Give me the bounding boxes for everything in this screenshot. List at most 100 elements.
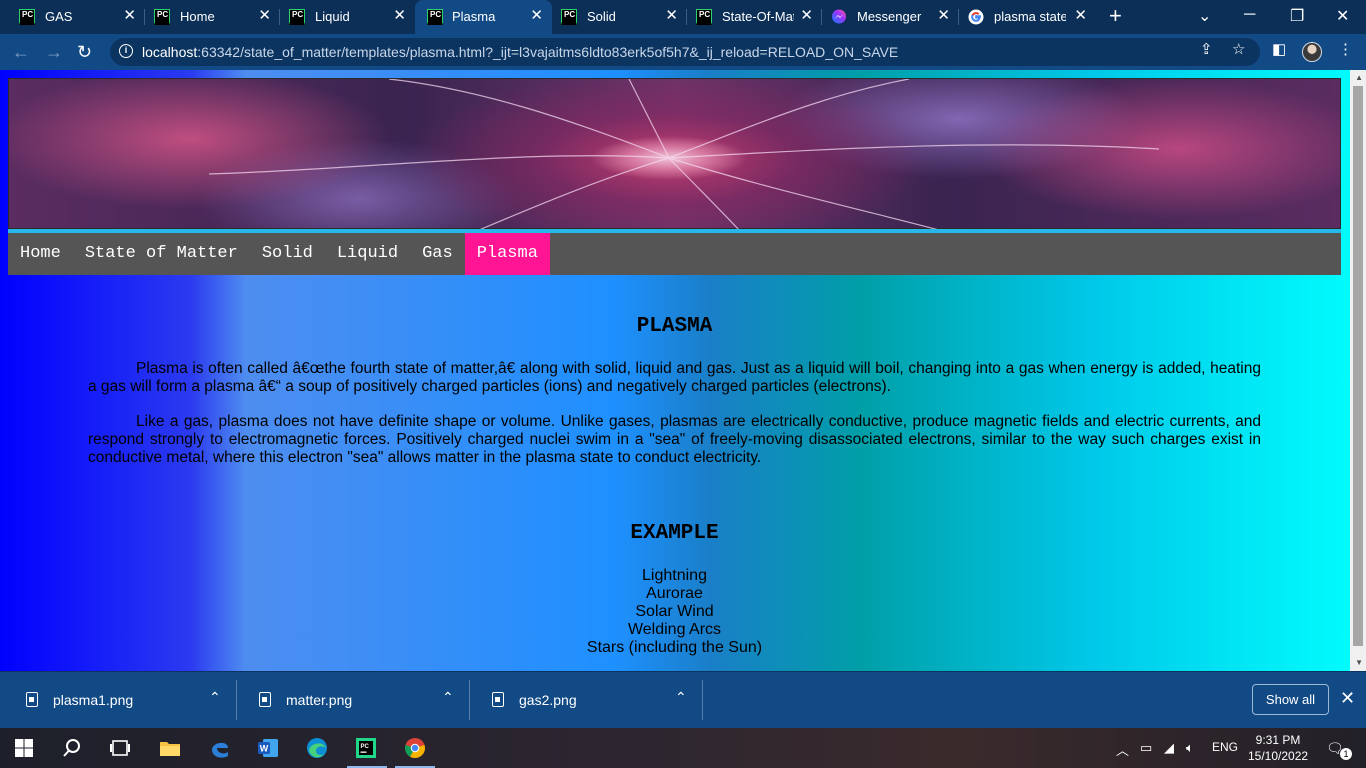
nav-state-of-matter[interactable]: State of Matter	[73, 233, 250, 275]
scroll-down-arrow[interactable]: ▼	[1355, 658, 1363, 667]
scrollbar-thumb[interactable]	[1353, 86, 1363, 646]
pycharm-icon: PC	[19, 9, 35, 25]
plasma-paragraph-2: Like a gas, plasma does not have definit…	[88, 413, 1261, 466]
tab-title: State-Of-Matt	[722, 9, 794, 24]
show-all-downloads-button[interactable]: Show all	[1252, 684, 1329, 715]
restore-button[interactable]: ❐	[1290, 6, 1304, 26]
tab-solid[interactable]: PC Solid ✕	[552, 0, 687, 34]
list-item: Lightning	[642, 567, 707, 584]
tab-gas[interactable]: PC GAS ✕	[10, 0, 145, 34]
show-hidden-icons-chevron-icon[interactable]: ︿	[1116, 740, 1129, 759]
chrome-icon[interactable]	[403, 736, 427, 760]
close-icon[interactable]: ✕	[665, 8, 678, 24]
url-text[interactable]: localhost:63342/state_of_matter/template…	[142, 44, 898, 60]
chevron-up-icon[interactable]: ⌃	[675, 689, 687, 706]
edge-icon[interactable]	[305, 736, 329, 760]
close-icon[interactable]: ✕	[800, 8, 813, 24]
google-icon	[968, 9, 984, 25]
side-panel-icon[interactable]: ◧	[1272, 40, 1286, 58]
taskbar-clock[interactable]: 9:31 PM 15/10/2022	[1248, 732, 1308, 764]
nav-gas[interactable]: Gas	[410, 233, 465, 275]
language-indicator[interactable]: ENG	[1212, 740, 1238, 754]
pycharm-taskbar-icon[interactable]: PC	[354, 736, 378, 760]
tab-title: Liquid	[315, 9, 350, 24]
close-icon[interactable]: ✕	[123, 8, 136, 24]
close-icon[interactable]: ✕	[937, 8, 950, 24]
share-icon[interactable]: ⇪	[1200, 40, 1213, 58]
svg-text:PC: PC	[361, 744, 370, 750]
minimize-button[interactable]: ─	[1244, 6, 1255, 24]
back-button[interactable]: ←	[12, 42, 30, 62]
search-icon[interactable]	[60, 736, 84, 760]
close-downloads-bar-icon[interactable]: ✕	[1340, 689, 1355, 707]
chevron-up-icon[interactable]: ⌃	[442, 689, 454, 706]
tab-title: Home	[180, 9, 215, 24]
volume-icon[interactable]: 🔈︎	[1186, 740, 1194, 756]
messenger-icon	[832, 9, 846, 24]
nav-plasma[interactable]: Plasma	[464, 233, 550, 275]
close-icon[interactable]: ✕	[258, 8, 271, 24]
tab-title: Messenger	[857, 9, 922, 24]
tab-title: Plasma	[452, 9, 496, 24]
vertical-scrollbar[interactable]: ▲ ▼	[1350, 70, 1366, 671]
battery-icon[interactable]: ▭	[1140, 740, 1152, 756]
close-icon[interactable]: ✕	[1074, 8, 1087, 24]
pycharm-icon: PC	[154, 9, 170, 25]
pycharm-icon: PC	[427, 9, 443, 25]
nav-liquid[interactable]: Liquid	[325, 233, 410, 275]
word-icon[interactable]: W	[256, 736, 280, 760]
download-filename: matter.png	[286, 692, 353, 708]
tab-state-of-matter[interactable]: PC State-Of-Matt ✕	[687, 0, 822, 34]
wifi-icon[interactable]: ◢	[1164, 740, 1174, 756]
download-filename: plasma1.png	[53, 692, 134, 708]
scroll-up-arrow[interactable]: ▲	[1355, 73, 1363, 82]
close-window-button[interactable]: ✕	[1336, 6, 1349, 26]
reload-button[interactable]: ↻	[77, 42, 92, 62]
browser-toolbar: ← → ↻ i localhost:63342/state_of_matter/…	[0, 34, 1366, 70]
forward-button[interactable]: →	[45, 42, 63, 62]
menu-kebab-icon[interactable]: ⋮	[1338, 40, 1353, 58]
windows-taskbar: W PC ︿ ▭ ◢ 🔈︎ ENG 9:31 PM 15/10/2022 🗨︎ …	[0, 728, 1366, 768]
example-heading: EXAMPLE	[630, 522, 719, 545]
windows-start-icon[interactable]	[12, 736, 36, 760]
info-icon[interactable]: i	[119, 44, 133, 58]
chevron-up-icon[interactable]: ⌃	[209, 689, 221, 706]
profile-avatar[interactable]	[1302, 42, 1322, 62]
image-file-icon	[26, 692, 38, 707]
svg-text:W: W	[260, 744, 269, 754]
tab-plasma[interactable]: PC Plasma ✕	[415, 0, 552, 34]
tab-title: Solid	[587, 9, 616, 24]
plasma-paragraph-1: Plasma is often called â€œthe fourth sta…	[88, 360, 1261, 395]
download-filename: gas2.png	[519, 692, 577, 708]
page-title: PLASMA	[636, 315, 713, 338]
tab-title: GAS	[45, 9, 73, 24]
close-icon[interactable]: ✕	[530, 8, 543, 24]
address-bar[interactable]: i localhost:63342/state_of_matter/templa…	[110, 38, 1260, 66]
nav-solid[interactable]: Solid	[250, 233, 325, 275]
download-item[interactable]: plasma1.png ⌃	[4, 672, 237, 729]
file-explorer-icon[interactable]	[158, 736, 182, 760]
tab-liquid[interactable]: PC Liquid ✕	[280, 0, 415, 34]
tab-title: plasma state	[994, 9, 1066, 24]
list-item: Aurorae	[646, 585, 703, 602]
pycharm-icon: PC	[561, 9, 577, 25]
download-item[interactable]: gas2.png ⌃	[470, 672, 703, 729]
divider	[702, 680, 703, 720]
url-host: localhost	[142, 44, 198, 60]
edge-legacy-icon[interactable]	[208, 736, 232, 760]
close-icon[interactable]: ✕	[393, 8, 406, 24]
tab-plasma-state-search[interactable]: plasma state ✕	[959, 0, 1096, 34]
list-item: Solar Wind	[635, 603, 714, 620]
image-file-icon	[492, 692, 504, 707]
tab-home[interactable]: PC Home ✕	[145, 0, 280, 34]
task-view-icon[interactable]	[108, 736, 132, 760]
tab-search-icon[interactable]: ⌄	[1198, 6, 1211, 26]
page-viewport: Home State of Matter Solid Liquid Gas Pl…	[0, 70, 1366, 671]
bookmark-star-icon[interactable]: ☆	[1232, 40, 1245, 58]
pycharm-icon: PC	[289, 9, 305, 25]
tab-messenger[interactable]: Messenger ✕	[822, 0, 959, 34]
list-item: Welding Arcs	[627, 621, 722, 638]
new-tab-button[interactable]: +	[1109, 4, 1122, 28]
download-item[interactable]: matter.png ⌃	[237, 672, 470, 729]
nav-home[interactable]: Home	[8, 233, 73, 275]
